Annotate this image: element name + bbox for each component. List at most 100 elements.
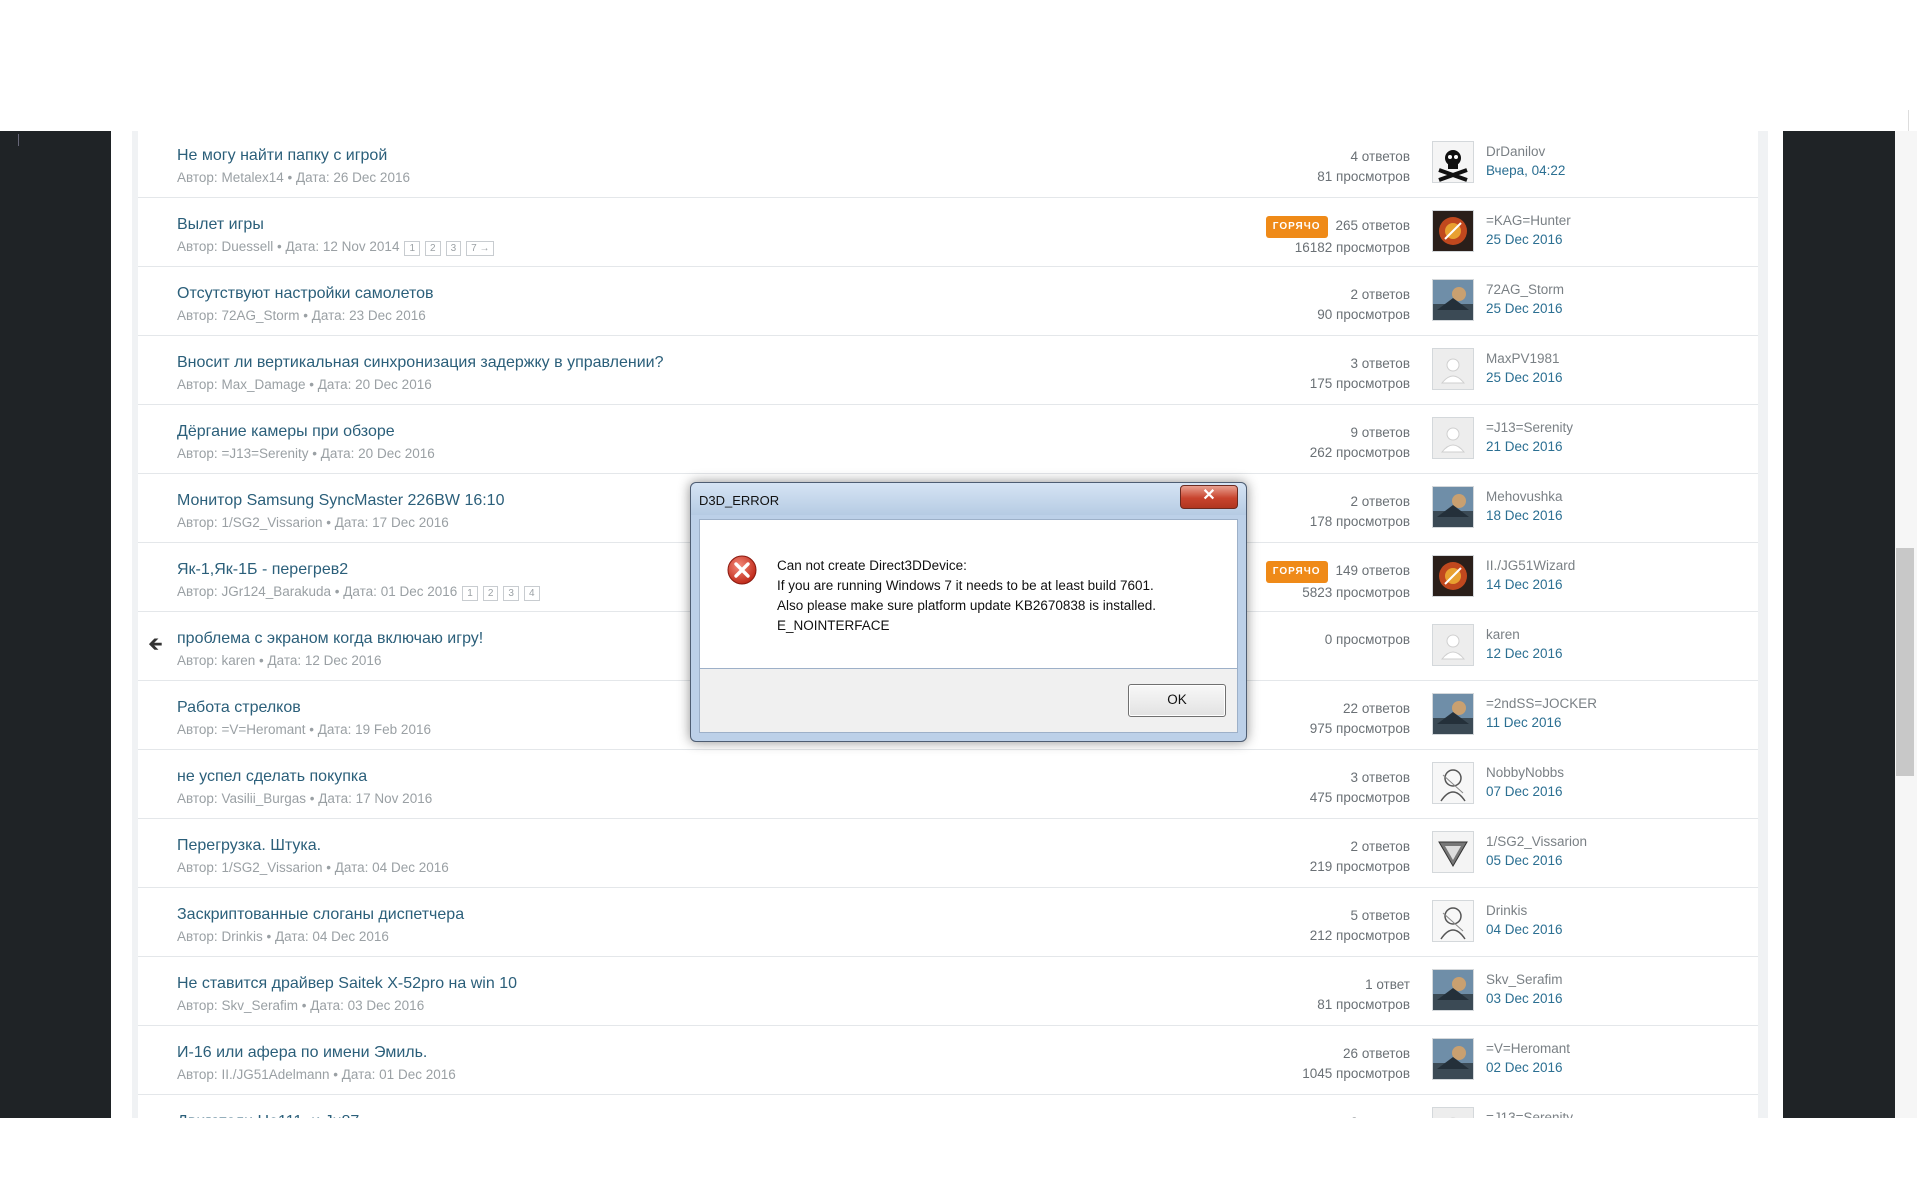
last-post-date-link[interactable]: 14 Dec 2016: [1486, 577, 1563, 592]
topic-title-link[interactable]: Перегрузка. Штука.: [177, 837, 321, 855]
dialog-titlebar[interactable]: D3D_ERROR ✕: [691, 483, 1246, 515]
last-post-date-link[interactable]: 21 Dec 2016: [1486, 439, 1563, 454]
topic-stats: ГОРЯЧО 265 ответов 16182 просмотров: [1265, 216, 1410, 258]
topic-meta: Автор: =J13=Serenity • Дата: 20 Dec 2016: [177, 446, 435, 461]
last-poster-link[interactable]: =KAG=Hunter: [1486, 213, 1571, 228]
topic-title-link[interactable]: Дёргание камеры при обзоре: [177, 423, 395, 441]
topic-author: 72AG_Storm: [221, 308, 300, 323]
last-poster-link[interactable]: MaxPV1981: [1486, 351, 1560, 366]
close-icon: ✕: [1202, 487, 1216, 504]
replies-line: 3 ответов: [1310, 768, 1410, 788]
wing-emblem-avatar-icon[interactable]: [1432, 831, 1474, 873]
topic-title-link[interactable]: Заскриптованные слоганы диспетчера: [177, 906, 464, 924]
last-poster-link[interactable]: =J13=Serenity: [1486, 420, 1573, 435]
last-poster-link[interactable]: NobbyNobbs: [1486, 765, 1564, 780]
topic-title-link[interactable]: не успел сделать покупка: [177, 768, 367, 786]
topic-title-link[interactable]: Вылет игры: [177, 216, 264, 234]
topic-title-link[interactable]: Не ставится драйвер Saitek X-52pro на wi…: [177, 975, 517, 993]
topic-author: Skv_Serafim: [221, 998, 298, 1013]
error-line-4: E_NOINTERFACE: [777, 618, 890, 633]
close-button[interactable]: ✕: [1180, 485, 1238, 509]
last-poster-link[interactable]: 1/SG2_Vissarion: [1486, 834, 1587, 849]
page-link[interactable]: 1: [404, 241, 421, 256]
pirate-skull-avatar-icon[interactable]: [1432, 141, 1474, 183]
last-post-date-link[interactable]: 03 Dec 2016: [1486, 991, 1563, 1006]
view-count: 975 просмотров: [1309, 721, 1410, 736]
page-link[interactable]: 2: [482, 586, 499, 601]
photo-avatar-icon[interactable]: [1432, 486, 1474, 528]
moved-arrow-icon: 🡸: [148, 634, 163, 654]
last-post-date-link[interactable]: 04 Dec 2016: [1486, 922, 1563, 937]
view-count: 175 просмотров: [1309, 376, 1410, 391]
last-poster-link[interactable]: =J13=Serenity: [1486, 1110, 1573, 1118]
default-user-icon[interactable]: [1432, 624, 1474, 666]
photo-avatar-icon[interactable]: [1432, 693, 1474, 735]
page-link[interactable]: 7 →: [466, 241, 495, 256]
last-post-date-link[interactable]: 25 Dec 2016: [1486, 232, 1563, 247]
topic-author: Metalex14: [221, 170, 284, 185]
last-post-date-link[interactable]: 25 Dec 2016: [1486, 370, 1563, 385]
page-scrollbar-thumb[interactable]: [1896, 548, 1914, 776]
emblem-avatar-icon[interactable]: [1432, 210, 1474, 252]
ok-button[interactable]: OK: [1128, 684, 1226, 717]
page-link[interactable]: 3: [503, 586, 519, 601]
default-user-icon[interactable]: [1432, 348, 1474, 390]
sketch-avatar-icon[interactable]: [1432, 900, 1474, 942]
default-user-icon[interactable]: [1432, 1107, 1474, 1118]
reply-count: 149 ответов: [1335, 563, 1410, 578]
topic-author: JGr124_Barakuda: [221, 584, 332, 599]
photo-avatar-icon[interactable]: [1432, 1038, 1474, 1080]
last-poster-link[interactable]: II./JG51Wizard: [1486, 558, 1575, 573]
last-poster-link[interactable]: Drinkis: [1486, 903, 1527, 918]
topic-title-link[interactable]: проблема с экраном когда включаю игру!: [177, 630, 483, 648]
view-count: 219 просмотров: [1309, 859, 1410, 874]
topic-title-link[interactable]: Не могу найти папку с игрой: [177, 147, 387, 165]
photo-avatar-icon[interactable]: [1432, 969, 1474, 1011]
sketch-avatar-icon[interactable]: [1432, 762, 1474, 804]
topic-row: не успел сделать покупка Автор: Vasilii_B…: [138, 750, 1758, 819]
topic-date: 17 Nov 2016: [355, 791, 433, 806]
default-user-icon[interactable]: [1432, 417, 1474, 459]
replies-line: 1 ответ: [1317, 975, 1410, 995]
d3d-error-dialog: D3D_ERROR ✕ Can not create Direct3DDevic…: [690, 482, 1247, 742]
replies-line: ГОРЯЧО 265 ответов: [1265, 216, 1410, 238]
photo-avatar-icon[interactable]: [1432, 279, 1474, 321]
last-poster-link[interactable]: Mehovushka: [1486, 489, 1563, 504]
topic-row: Перегрузка. Штука. Автор: 1/SG2_Vissarion…: [138, 819, 1758, 888]
last-poster-link[interactable]: 72AG_Storm: [1486, 282, 1564, 297]
top-blank-area: [0, 0, 1917, 131]
page-link[interactable]: 2: [425, 241, 441, 256]
topic-title-link[interactable]: Вносит ли вертикальная синхронизация зад…: [177, 354, 664, 372]
last-post-date-link[interactable]: 11 Dec 2016: [1486, 715, 1562, 730]
last-poster-link[interactable]: DrDanilov: [1486, 144, 1545, 159]
topic-title-link[interactable]: И-16 или афера по имени Эмиль.: [177, 1044, 427, 1062]
last-post-date-link[interactable]: 05 Dec 2016: [1486, 853, 1563, 868]
last-post-date-link[interactable]: 02 Dec 2016: [1486, 1060, 1563, 1075]
topic-title-link[interactable]: Як-1,Як-1Б - перегрев2: [177, 561, 348, 579]
topic-stats: 1 ответ 81 просмотров: [1317, 975, 1410, 1015]
topic-stats: 0 просмотров: [1325, 630, 1410, 650]
last-poster-link[interactable]: =V=Heromant: [1486, 1041, 1570, 1056]
last-poster-link[interactable]: Skv_Serafim: [1486, 972, 1563, 987]
replies-line: 3 ответов: [1310, 354, 1410, 374]
error-line-2: If you are running Windows 7 it needs to…: [777, 578, 1154, 593]
topic-stats: 3 ответов 175 просмотров: [1310, 354, 1410, 394]
last-post-date-link[interactable]: 18 Dec 2016: [1486, 508, 1563, 523]
last-post-date-link[interactable]: 12 Dec 2016: [1486, 646, 1563, 661]
topic-title-link[interactable]: Работа стрелков: [177, 699, 301, 717]
topic-date: 12 Nov 2014: [322, 239, 400, 254]
author-prefix: Автор:: [177, 929, 218, 944]
topic-title-link[interactable]: Монитор Samsung SyncMaster 226BW 16:10: [177, 492, 504, 510]
last-post-date-link[interactable]: 07 Dec 2016: [1486, 784, 1563, 799]
emblem-avatar-icon[interactable]: [1432, 555, 1474, 597]
last-poster-link[interactable]: karen: [1486, 627, 1520, 642]
last-poster-link[interactable]: =2ndSS=JOCKER: [1486, 696, 1597, 711]
last-post-date-link[interactable]: Вчера, 04:22: [1486, 163, 1565, 178]
page-link[interactable]: 4: [523, 586, 540, 601]
top-edge-line: [1908, 110, 1909, 131]
last-post-date-link[interactable]: 25 Dec 2016: [1486, 301, 1563, 316]
page-link[interactable]: 3: [445, 241, 462, 256]
reply-count: 1 ответ: [1365, 977, 1410, 992]
page-link[interactable]: 1: [462, 586, 478, 601]
topic-title-link[interactable]: Отсутствуют настройки самолетов: [177, 285, 434, 303]
